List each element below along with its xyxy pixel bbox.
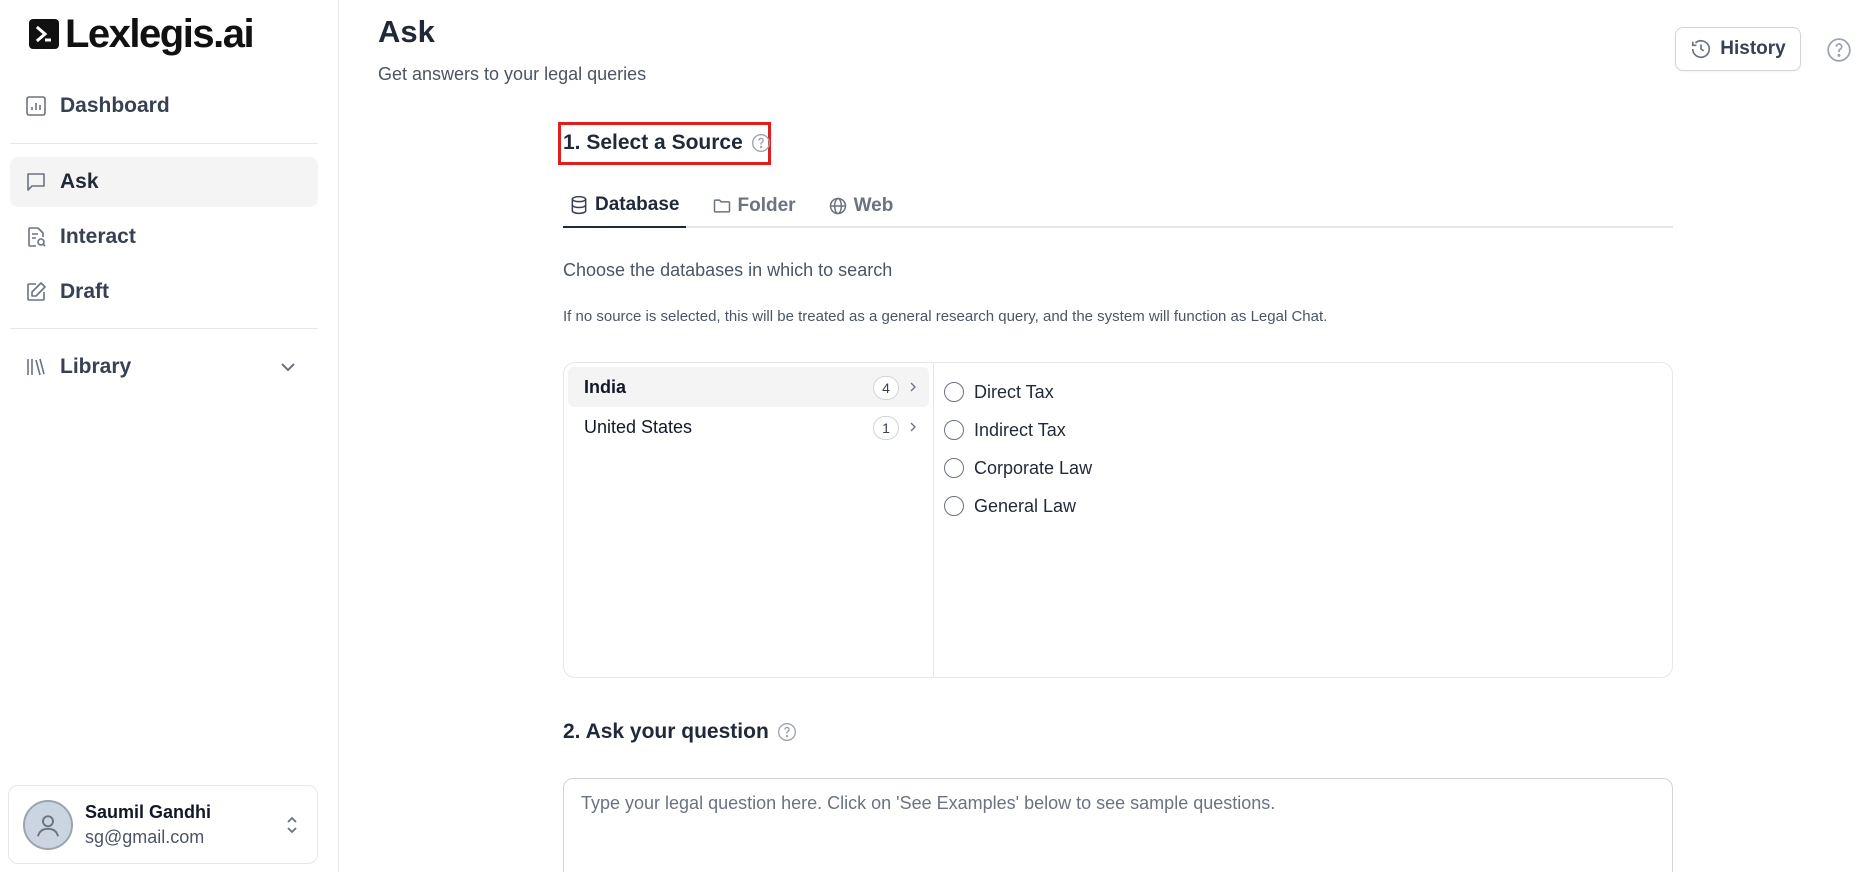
tab-database[interactable]: Database: [563, 184, 686, 228]
chevron-right-icon: [910, 422, 916, 432]
section1-heading: 1. Select a Source: [563, 131, 1673, 155]
main-content: Ask Get answers to your legal queries Hi…: [340, 0, 1875, 872]
sidebar-item-label: Draft: [60, 280, 110, 303]
sidebar-divider: [10, 328, 318, 329]
tab-label: Web: [853, 195, 894, 216]
sidebar-item-draft[interactable]: Draft: [10, 267, 318, 317]
history-icon: [1692, 40, 1711, 59]
sidebar-item-label: Interact: [60, 225, 136, 248]
radio-button[interactable]: [944, 458, 964, 478]
page-title: Ask: [378, 14, 435, 49]
help-icon[interactable]: [751, 133, 771, 153]
chevron-right-icon: [910, 382, 916, 392]
database-option-indirect-tax[interactable]: Indirect Tax: [944, 411, 1092, 449]
tab-label: Folder: [737, 195, 796, 216]
sidebar-item-dashboard[interactable]: Dashboard: [10, 81, 318, 131]
help-icon[interactable]: [1826, 37, 1852, 63]
library-icon: [27, 358, 45, 376]
user-icon: [37, 814, 59, 837]
sidebar: Lexlegis.ai Dashboard Ask Interact Draft…: [0, 0, 339, 872]
sidebar-divider: [10, 143, 318, 144]
database-icon: [571, 195, 587, 215]
sidebar-item-library[interactable]: Library: [10, 342, 318, 392]
option-label: Indirect Tax: [974, 419, 1066, 440]
sidebar-item-ask[interactable]: Ask: [10, 157, 318, 207]
radio-button[interactable]: [944, 420, 964, 440]
message-icon: [27, 173, 45, 191]
logo-mark-icon: [29, 19, 59, 49]
edit-icon: [27, 282, 46, 301]
avatar: [23, 799, 73, 850]
option-label: Corporate Law: [974, 457, 1093, 478]
tab-web[interactable]: Web: [822, 184, 900, 228]
document-search-icon: [28, 227, 46, 247]
country-item-united-states[interactable]: United States 1: [568, 407, 929, 447]
database-option-general-law[interactable]: General Law: [944, 487, 1092, 525]
count-badge: 4: [873, 376, 899, 400]
radio-button[interactable]: [944, 382, 964, 402]
page-subtitle: Get answers to your legal queries: [378, 64, 647, 84]
folder-icon: [713, 199, 730, 213]
country-name: United States: [584, 416, 693, 437]
database-option-direct-tax[interactable]: Direct Tax: [944, 373, 1092, 411]
sidebar-item-interact[interactable]: Interact: [10, 212, 318, 262]
option-label: Direct Tax: [974, 381, 1054, 402]
history-button[interactable]: History: [1675, 27, 1801, 71]
choose-databases-text: Choose the databases in which to search: [563, 260, 893, 280]
globe-icon: [829, 197, 846, 215]
no-source-note: If no source is selected, this will be t…: [563, 308, 1328, 325]
database-option-corporate-law[interactable]: Corporate Law: [944, 449, 1092, 487]
source-tabs: Database Folder Web: [563, 184, 1673, 228]
option-label: General Law: [974, 495, 1077, 516]
country-list: India 4 United States 1: [564, 363, 934, 677]
brand-logo[interactable]: Lexlegis.ai: [29, 12, 255, 56]
tab-folder[interactable]: Folder: [706, 184, 802, 228]
section2-heading: 2. Ask your question: [563, 720, 797, 744]
user-email: sg@gmail.com: [85, 826, 205, 847]
country-item-india[interactable]: India 4: [568, 367, 929, 407]
database-selector: India 4 United States 1 Direct Tax Indir…: [563, 362, 1673, 678]
tab-label: Database: [595, 194, 680, 215]
section1-title: 1. Select a Source: [563, 131, 743, 154]
database-options: Direct Tax Indirect Tax Corporate Law Ge…: [944, 373, 1092, 525]
chevron-down-icon[interactable]: [276, 355, 300, 379]
chevrons-up-down-icon[interactable]: [283, 814, 301, 836]
question-input[interactable]: [563, 778, 1673, 872]
count-badge: 1: [873, 416, 899, 440]
chart-icon: [26, 96, 46, 116]
user-menu[interactable]: Saumil Gandhi sg@gmail.com: [8, 785, 318, 864]
section2-title: 2. Ask your question: [563, 720, 769, 743]
history-label: History: [1720, 38, 1786, 59]
sidebar-item-label: Library: [60, 355, 132, 378]
country-name: India: [584, 376, 627, 397]
brand-name: Lexlegis.ai: [65, 12, 255, 56]
radio-button[interactable]: [944, 496, 964, 516]
help-icon[interactable]: [777, 722, 797, 742]
sidebar-item-label: Dashboard: [60, 94, 170, 117]
sidebar-item-label: Ask: [60, 170, 99, 193]
user-name: Saumil Gandhi: [85, 801, 212, 822]
